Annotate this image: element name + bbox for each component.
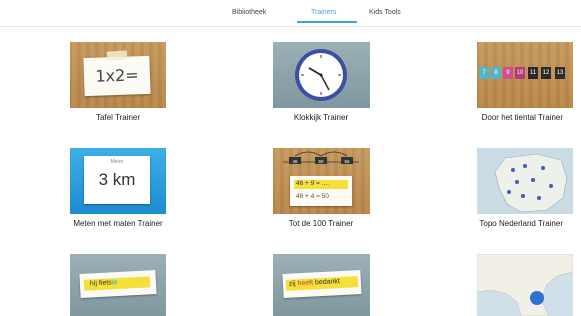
topo-nederland-thumbnail: [477, 148, 573, 214]
card-werkwoord-trainer[interactable]: zij heeft bedankt: [272, 254, 422, 316]
topo-europa-thumbnail: [477, 254, 573, 316]
tape: [106, 50, 128, 61]
sentence-suffix: te: [111, 279, 118, 287]
number-tile: 13: [555, 67, 565, 79]
sentence-text: hij fietste: [89, 279, 118, 288]
multiplication-text: 1x2=: [95, 65, 139, 86]
sentence-verb: heeft: [297, 279, 314, 288]
tab-kids-tools[interactable]: Kids Tools: [369, 9, 401, 16]
number-line-value: 55: [344, 159, 350, 164]
sentence-card: hij fietste: [79, 270, 157, 298]
card-label: Meten met maten Trainer: [73, 219, 163, 228]
sum-card: 46 + 9 = .... 46 + 4 = 50: [290, 176, 352, 206]
number-tile: 9: [503, 67, 513, 79]
card-meten-met-maten-trainer[interactable]: Meter 3 km Meten met maten Trainer: [68, 148, 218, 234]
number-line-value: 46: [292, 159, 298, 164]
tot-de-100-thumbnail: 46 50 55 46 + 9 = .... 46 + 4 = 50: [273, 148, 370, 214]
map-netherlands-icon: [477, 148, 573, 214]
tab-trainers[interactable]: Trainers: [311, 9, 336, 16]
paper-note: 1x2=: [83, 55, 151, 97]
tab-bibliotheek[interactable]: Bibliotheek: [232, 9, 266, 16]
number-line: 46 50 55: [283, 151, 359, 164]
clock-icon: [295, 49, 347, 101]
card-label: Door het tiental Trainer: [481, 113, 563, 122]
number-tile: 12: [541, 67, 551, 79]
card-klokkijk-trainer[interactable]: Klokkijk Trainer: [272, 42, 422, 128]
card-label: Tafel Trainer: [95, 113, 141, 122]
card-topo-nederland-trainer[interactable]: Topo Nederland Trainer: [470, 148, 581, 234]
card-tot-de-100-trainer[interactable]: 46 50 55 46 + 9 = .... 46 + 4 = 50 Tot d…: [272, 148, 422, 234]
sentence-thumbnail: hij fietste: [70, 254, 166, 316]
klokkijk-trainer-thumbnail: [273, 42, 370, 108]
card-door-het-tiental-trainer[interactable]: 7 8 9 10 11 12 13 Door het tiental Train…: [470, 42, 581, 128]
card-label: Topo Nederland Trainer: [479, 219, 563, 228]
werkwoord-thumbnail: zij heeft bedankt: [273, 254, 370, 316]
measure-value: 3 km: [98, 170, 136, 189]
number-tile: 7: [479, 67, 489, 79]
sum-line-1: 46 + 9 = ....: [296, 180, 329, 187]
door-het-tiental-thumbnail: 7 8 9 10 11 12 13: [477, 42, 573, 108]
number-tile: 11: [528, 67, 538, 79]
number-line-value: 50: [318, 159, 324, 164]
tafel-trainer-thumbnail: 1x2=: [70, 42, 166, 108]
top-tab-bar: Bibliotheek Trainers Kids Tools: [0, 0, 581, 27]
card-topo-europa-trainer[interactable]: [470, 254, 581, 316]
sentence-card: zij heeft bedankt: [282, 269, 362, 299]
card-tafel-trainer[interactable]: 1x2= Tafel Trainer: [68, 42, 218, 128]
number-tile: 8: [491, 67, 501, 79]
number-tile: 10: [515, 67, 525, 79]
card-sentence-trainer[interactable]: hij fietste: [68, 254, 218, 316]
card-label: Tot de 100 Trainer: [288, 219, 354, 228]
sum-line-2: 46 + 4 = 50: [296, 193, 329, 200]
measure-caption: Meter: [110, 159, 124, 165]
active-tab-indicator: [297, 21, 357, 23]
measure-card: Meter 3 km: [84, 156, 150, 204]
map-europe-icon: [477, 254, 573, 316]
card-label: Klokkijk Trainer: [293, 113, 349, 122]
meten-met-maten-thumbnail: Meter 3 km: [70, 148, 166, 214]
